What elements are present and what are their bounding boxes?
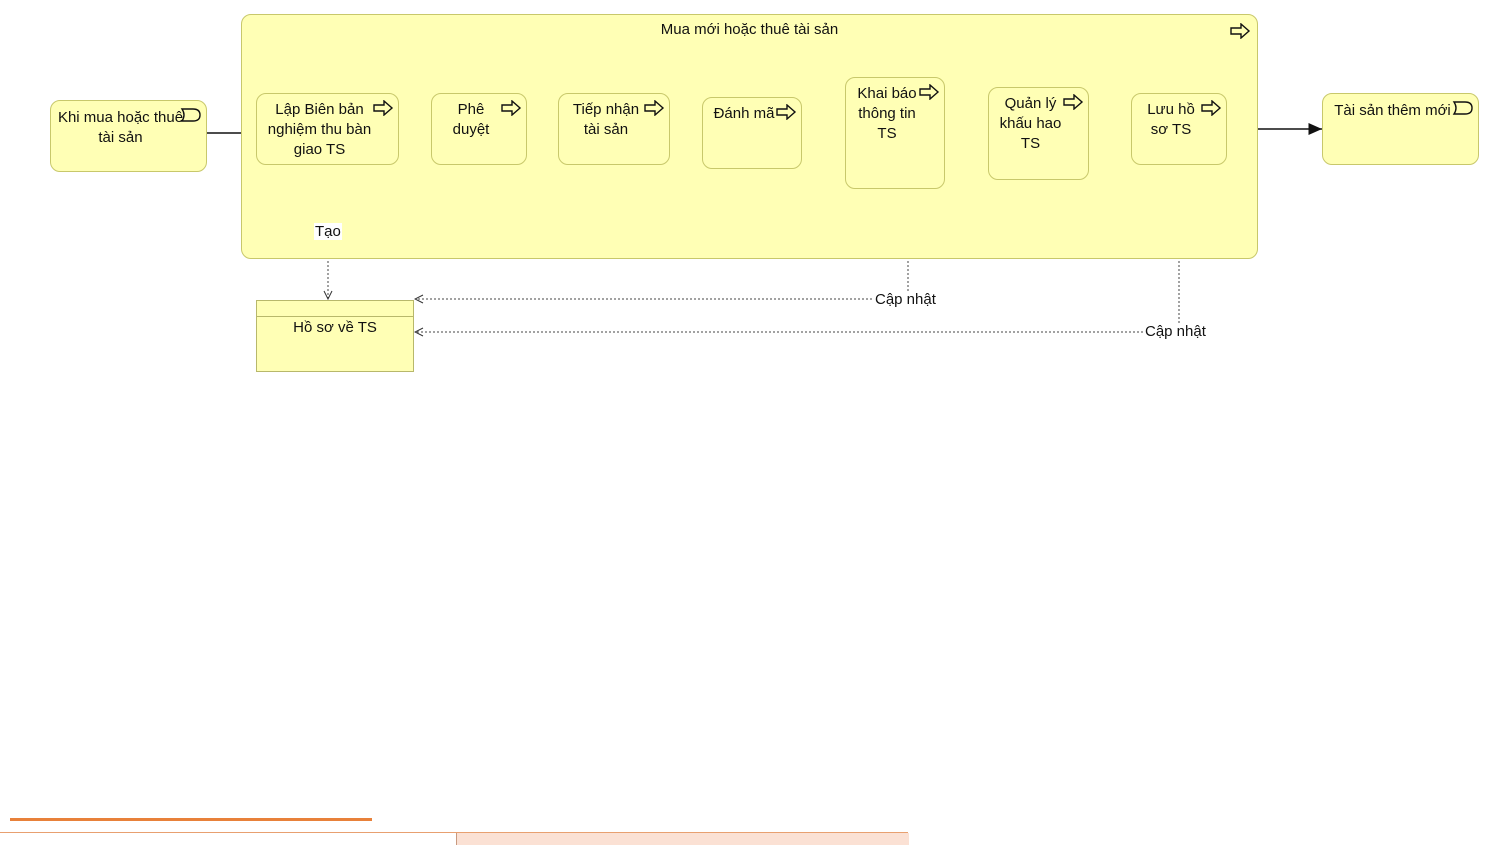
relation-label-update-1: Cập nhật (874, 291, 937, 308)
process-step-label: Lập Biên bản nghiệm thu bàn giao TS (267, 101, 372, 158)
process-step-2[interactable]: Phê duyệt (431, 93, 527, 165)
process-arrow-icon (776, 104, 797, 120)
process-step-1[interactable]: Lập Biên bản nghiệm thu bàn giao TS (256, 93, 399, 165)
process-step-3[interactable]: Tiếp nhận tài sản (558, 93, 670, 165)
data-object-asset-records[interactable]: Hồ sơ về TS (256, 300, 414, 372)
process-arrow-icon (373, 100, 394, 116)
process-step-label: Phê duyệt (452, 101, 490, 138)
process-arrow-icon (644, 100, 665, 116)
process-step-5[interactable]: Khai báo thông tin TS (845, 77, 945, 189)
process-arrow-icon (1230, 23, 1251, 39)
start-event[interactable]: Khi mua hoặc thuê tài sản (50, 100, 207, 172)
footer-accent-line (10, 818, 372, 821)
process-step-7[interactable]: Lưu hồ sơ TS (1131, 93, 1227, 165)
data-object-header (257, 301, 413, 317)
process-step-4[interactable]: Đánh mã (702, 97, 802, 169)
start-event-label: Khi mua hoặc thuê tài sản (57, 109, 184, 146)
relation-label-update-2: Cập nhật (1144, 323, 1207, 340)
event-icon (180, 108, 201, 122)
footer-bar-panel (456, 833, 909, 845)
end-event-label: Tài sản thêm mới (1334, 102, 1451, 119)
process-arrow-icon (1063, 94, 1084, 110)
process-step-label: Đánh mã (713, 105, 775, 122)
end-event[interactable]: Tài sản thêm mới (1322, 93, 1479, 165)
process-step-6[interactable]: Quản lý khấu hao TS (988, 87, 1089, 180)
process-step-label: Lưu hồ sơ TS (1147, 101, 1195, 138)
process-arrow-icon (501, 100, 522, 116)
process-arrow-icon (1201, 100, 1222, 116)
process-step-label: Tiếp nhận tài sản (572, 101, 640, 138)
footer-bar (0, 832, 909, 845)
data-object-label: Hồ sơ về TS (293, 319, 377, 336)
event-icon (1452, 101, 1473, 115)
process-arrow-icon (919, 84, 940, 100)
relation-label-create: Tạo (314, 223, 342, 240)
process-step-label: Quản lý khấu hao TS (999, 95, 1062, 152)
container-title: Mua mới hoặc thuê tài sản (660, 21, 839, 38)
process-step-label: Khai báo thông tin TS (857, 85, 917, 142)
